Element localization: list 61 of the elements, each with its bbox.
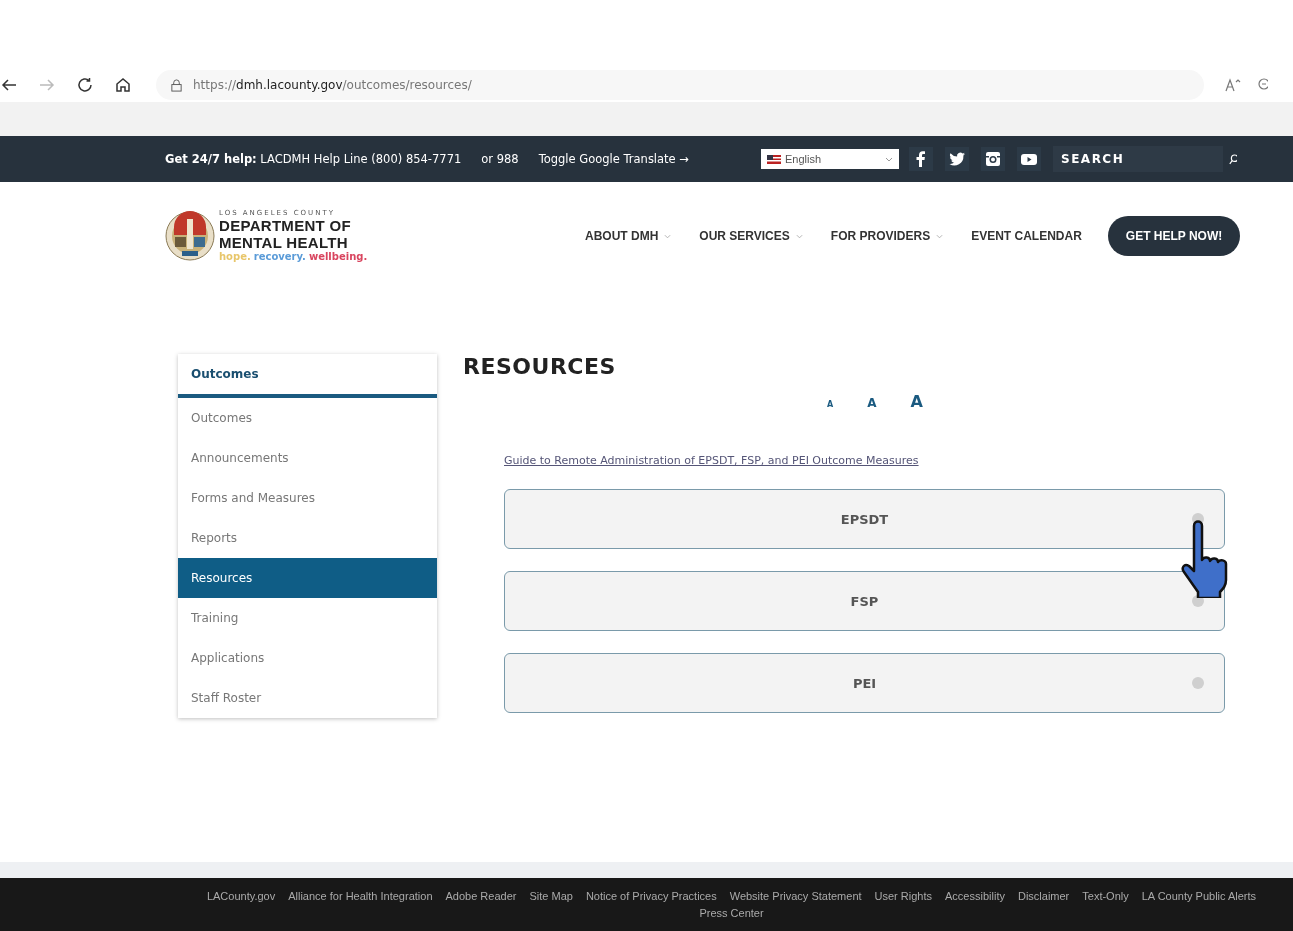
instagram-icon[interactable]: [981, 147, 1005, 171]
logo-title: MENTAL HEALTH: [219, 234, 349, 251]
sidebar-item[interactable]: Training: [178, 598, 437, 638]
nav-link[interactable]: EVENT CALENDAR: [971, 229, 1082, 243]
toggle-icon: [1192, 677, 1204, 689]
alt-number: or 988: [481, 152, 519, 166]
accordion-header[interactable]: FSP: [504, 571, 1225, 631]
read-aloud-icon[interactable]: [1224, 76, 1242, 94]
footer-link[interactable]: Website Privacy Statement: [729, 890, 862, 902]
footer-link[interactable]: Notice of Privacy Practices: [585, 890, 717, 902]
footer-link[interactable]: Text-Only: [1082, 890, 1129, 902]
footer-link[interactable]: Accessibility: [945, 890, 1005, 902]
sidebar-item[interactable]: Outcomes: [178, 398, 437, 438]
twitter-icon[interactable]: [945, 147, 969, 171]
font-size-button[interactable]: A: [867, 396, 877, 410]
nav-link[interactable]: FOR PROVIDERS: [830, 229, 944, 243]
guide-link[interactable]: Guide to Remote Administration of EPSDT, FSP, and PEI Outcome Measures: [504, 454, 919, 467]
chevron-icon: [936, 233, 944, 239]
tagline-word: recovery.: [253, 252, 306, 262]
translate-link[interactable]: Toggle Google Translate →: [538, 152, 689, 166]
address-bar[interactable]: https://dmh.lacounty.gov/outcomes/resources/: [156, 70, 1204, 100]
youtube-icon[interactable]: [1017, 147, 1041, 171]
refresh-icon[interactable]: [76, 76, 94, 94]
footer-link[interactable]: Alliance for Health Integration: [288, 890, 433, 902]
search-field[interactable]: SEARCH: [1053, 146, 1223, 172]
footer-link[interactable]: User Rights: [874, 890, 933, 902]
logo-title: DEPARTMENT OF: [219, 217, 352, 234]
sidebar-item[interactable]: Forms and Measures: [178, 478, 437, 518]
font-size-button[interactable]: A: [910, 392, 923, 411]
nav-link[interactable]: ABOUT DMH: [585, 229, 672, 243]
page-title: RESOURCES: [463, 354, 617, 381]
county-seal-icon: [165, 211, 215, 261]
accordion-header[interactable]: PEI: [504, 653, 1225, 713]
helpline-text: Get 24/7 help: LACDMH Help Line (800) 854-7771: [165, 152, 462, 166]
tagline-word: hope.: [219, 252, 251, 262]
sidebar-title: Outcomes: [178, 354, 437, 398]
footer-link[interactable]: Disclaimer: [1017, 890, 1070, 902]
sidebar-item[interactable]: Applications: [178, 638, 437, 678]
footer-link[interactable]: Adobe Reader: [445, 890, 517, 902]
footer-link[interactable]: LA County Public Alerts: [1141, 890, 1257, 902]
accordion-header[interactable]: EPSDT: [504, 489, 1225, 549]
lock-icon: [170, 78, 183, 92]
chevron-icon: [795, 233, 803, 239]
nav-link[interactable]: OUR SERVICES: [699, 229, 803, 243]
home-icon[interactable]: [114, 76, 132, 94]
get-help-button[interactable]: GET HELP NOW!: [1107, 216, 1241, 256]
chevron-icon: [885, 156, 893, 162]
font-size-button[interactable]: A: [827, 400, 834, 409]
sidebar-item[interactable]: Reports: [178, 518, 437, 558]
chevron-icon: [664, 233, 672, 239]
search-icon[interactable]: [1229, 152, 1237, 166]
footer-link[interactable]: Press Center: [699, 907, 764, 919]
language-select[interactable]: English: [761, 149, 899, 169]
flag-icon: [767, 154, 781, 164]
sidebar-item[interactable]: Resources: [178, 558, 437, 598]
footer-link[interactable]: Site Map: [529, 890, 573, 902]
sidebar-item[interactable]: Staff Roster: [178, 678, 437, 718]
tagline-word: wellbeing.: [308, 252, 368, 262]
facebook-icon[interactable]: [909, 147, 933, 171]
sidebar-item[interactable]: Announcements: [178, 438, 437, 478]
footer-link[interactable]: LACounty.gov: [206, 890, 276, 902]
